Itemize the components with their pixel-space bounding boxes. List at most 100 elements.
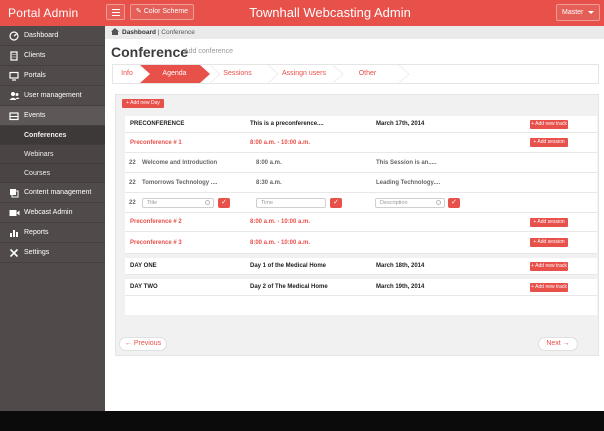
- sidebar-item-label: Reports: [24, 228, 49, 236]
- sidebar-item-dashboard[interactable]: Dashboard: [0, 26, 105, 46]
- sidebar-item-label: Dashboard: [24, 31, 59, 39]
- breadcrumb-separator: |: [157, 29, 160, 36]
- day-date: March 19th, 2014: [376, 284, 425, 290]
- checkmark-icon: ✓: [221, 199, 227, 206]
- track-name[interactable]: Preconference # 1: [130, 133, 182, 152]
- session-time-input[interactable]: Time: [256, 198, 326, 208]
- track-name[interactable]: Preconference # 2: [130, 213, 182, 231]
- wizard-tabs: Info Agenda Sessions Assingn users Other: [112, 64, 599, 84]
- layers-icon: [8, 187, 20, 199]
- sidebar-item-label: User management: [24, 91, 82, 99]
- track-name[interactable]: Preconference # 3: [130, 232, 182, 253]
- users-icon: [8, 90, 20, 102]
- sidebar-item-settings[interactable]: Settings: [0, 243, 105, 263]
- breadcrumb-dashboard[interactable]: Dashboard: [122, 29, 156, 36]
- add-session-button[interactable]: + Add session: [530, 138, 568, 147]
- home-icon: [111, 28, 119, 35]
- sidebar-item-label: Portals: [24, 71, 46, 79]
- clock-icon: [436, 200, 441, 205]
- agenda-panel: + Add new Day PRECONFERENCE This is a pr…: [115, 94, 599, 356]
- add-session-button[interactable]: + Add session: [530, 218, 568, 227]
- add-new-track-button[interactable]: + Add new track: [530, 262, 568, 271]
- chart-icon: [8, 227, 20, 239]
- track-time: 8:00 a.m. - 10:00 a.m.: [250, 239, 311, 246]
- color-scheme-button[interactable]: ✎ Color Scheme: [130, 4, 194, 20]
- tab-sessions[interactable]: Sessions: [210, 65, 265, 83]
- sidebar-item-reports[interactable]: Reports: [0, 223, 105, 243]
- bottom-bar: [0, 411, 604, 431]
- session-time: 8:00 a.m.: [256, 159, 282, 166]
- table-row-new-session: 22 Title ✓ Time ✓ Description ✓: [125, 193, 597, 213]
- day-description: Day 2 of The Medical Home: [250, 284, 328, 290]
- building-icon: [8, 50, 20, 62]
- sidebar-subitem-webinars[interactable]: Webinars: [0, 145, 105, 164]
- breadcrumb-current: Conference: [161, 29, 195, 36]
- agenda-table: PRECONFERENCE This is a preconference...…: [125, 116, 597, 315]
- dashboard-icon: [8, 30, 20, 42]
- confirm-title-button[interactable]: ✓: [218, 198, 230, 208]
- sidebar-item-clients[interactable]: Clients: [0, 46, 105, 66]
- confirm-description-button[interactable]: ✓: [448, 198, 460, 208]
- session-number: 22: [129, 159, 136, 166]
- sidebar-item-events[interactable]: Events: [0, 106, 105, 126]
- session-title: Welcome and Introduction: [142, 159, 218, 166]
- sidebar-item-label: Settings: [24, 248, 50, 256]
- track-time: 8:00 a.m. - 10:00 a.m.: [250, 139, 311, 146]
- menu-toggle-button[interactable]: [106, 4, 125, 20]
- sidebar-item-content-management[interactable]: Content management: [0, 183, 105, 203]
- sidebar-item-webcast-admin[interactable]: Webcast Admin: [0, 203, 105, 223]
- add-new-day-button[interactable]: + Add new Day: [122, 99, 164, 108]
- table-row-session: 22 Welcome and Introduction 8:00 a.m. Th…: [125, 153, 597, 173]
- sidebar-item-label: Clients: [24, 51, 46, 59]
- add-new-track-button[interactable]: + Add new track: [530, 120, 568, 129]
- session-description: Leading Technology....: [376, 179, 441, 186]
- session-title: Tomorrows Technology ....: [142, 179, 218, 186]
- top-bar: Portal Admin ✎ Color Scheme Townhall Web…: [0, 0, 604, 26]
- session-number: 22: [129, 199, 136, 206]
- day-date: March 17th, 2014: [376, 121, 425, 127]
- page-subtitle: Add conference: [184, 48, 234, 55]
- table-row-day: DAY TWO Day 2 of The Medical Home March …: [125, 279, 597, 296]
- title-placeholder: Title: [147, 200, 158, 206]
- monitor-icon: [8, 70, 20, 82]
- session-time: 8:30 a.m.: [256, 179, 282, 186]
- day-name: DAY ONE: [130, 263, 157, 269]
- sidebar-item-label: Webcast Admin: [24, 208, 73, 216]
- table-row-track: Preconference # 2 8:00 a.m. - 10:00 a.m.…: [125, 213, 597, 232]
- previous-button[interactable]: ← Previous: [119, 337, 167, 351]
- sidebar: Dashboard Clients Portals User managemen…: [0, 26, 105, 411]
- session-description: This Session is an.....: [376, 159, 437, 166]
- table-row-day: PRECONFERENCE This is a preconference...…: [125, 116, 597, 133]
- color-scheme-label: Color Scheme: [143, 8, 189, 15]
- tab-assign-users[interactable]: Assingn users: [273, 65, 335, 83]
- day-name: DAY TWO: [130, 284, 158, 290]
- day-description: This is a preconference....: [250, 121, 324, 127]
- sidebar-subitem-courses[interactable]: Courses: [0, 164, 105, 183]
- page-title: Conference: [111, 44, 189, 60]
- session-number: 22: [129, 179, 136, 186]
- checkmark-icon: ✓: [333, 199, 339, 206]
- sidebar-item-portals[interactable]: Portals: [0, 66, 105, 86]
- day-date: March 18th, 2014: [376, 263, 425, 269]
- tab-agenda[interactable]: Agenda: [147, 65, 202, 83]
- breadcrumb: Dashboard | Conference: [105, 26, 604, 39]
- sidebar-item-user-management[interactable]: User management: [0, 86, 105, 106]
- table-row-track: Preconference # 3 8:00 a.m. - 10:00 a.m.…: [125, 232, 597, 254]
- app-title: Townhall Webcasting Admin: [249, 5, 411, 20]
- track-time: 8:00 a.m. - 10:00 a.m.: [250, 219, 311, 225]
- tab-info[interactable]: Info: [113, 65, 141, 83]
- tab-other[interactable]: Other: [340, 65, 395, 83]
- session-title-input[interactable]: Title: [142, 198, 214, 208]
- sidebar-subitem-conferences[interactable]: Conferences: [0, 126, 105, 145]
- day-name: PRECONFERENCE: [130, 121, 185, 127]
- day-description: Day 1 of the Medical Home: [250, 263, 327, 269]
- session-description-input[interactable]: Description: [375, 198, 445, 208]
- confirm-time-button[interactable]: ✓: [330, 198, 342, 208]
- tools-icon: [8, 247, 20, 259]
- hamburger-icon: [112, 9, 120, 10]
- user-dropdown[interactable]: Master: [556, 4, 600, 21]
- add-session-button[interactable]: + Add session: [530, 238, 568, 247]
- next-button[interactable]: Next →: [538, 337, 578, 351]
- sidebar-item-label: Content management: [24, 188, 92, 196]
- add-new-track-button[interactable]: + Add new track: [530, 283, 568, 292]
